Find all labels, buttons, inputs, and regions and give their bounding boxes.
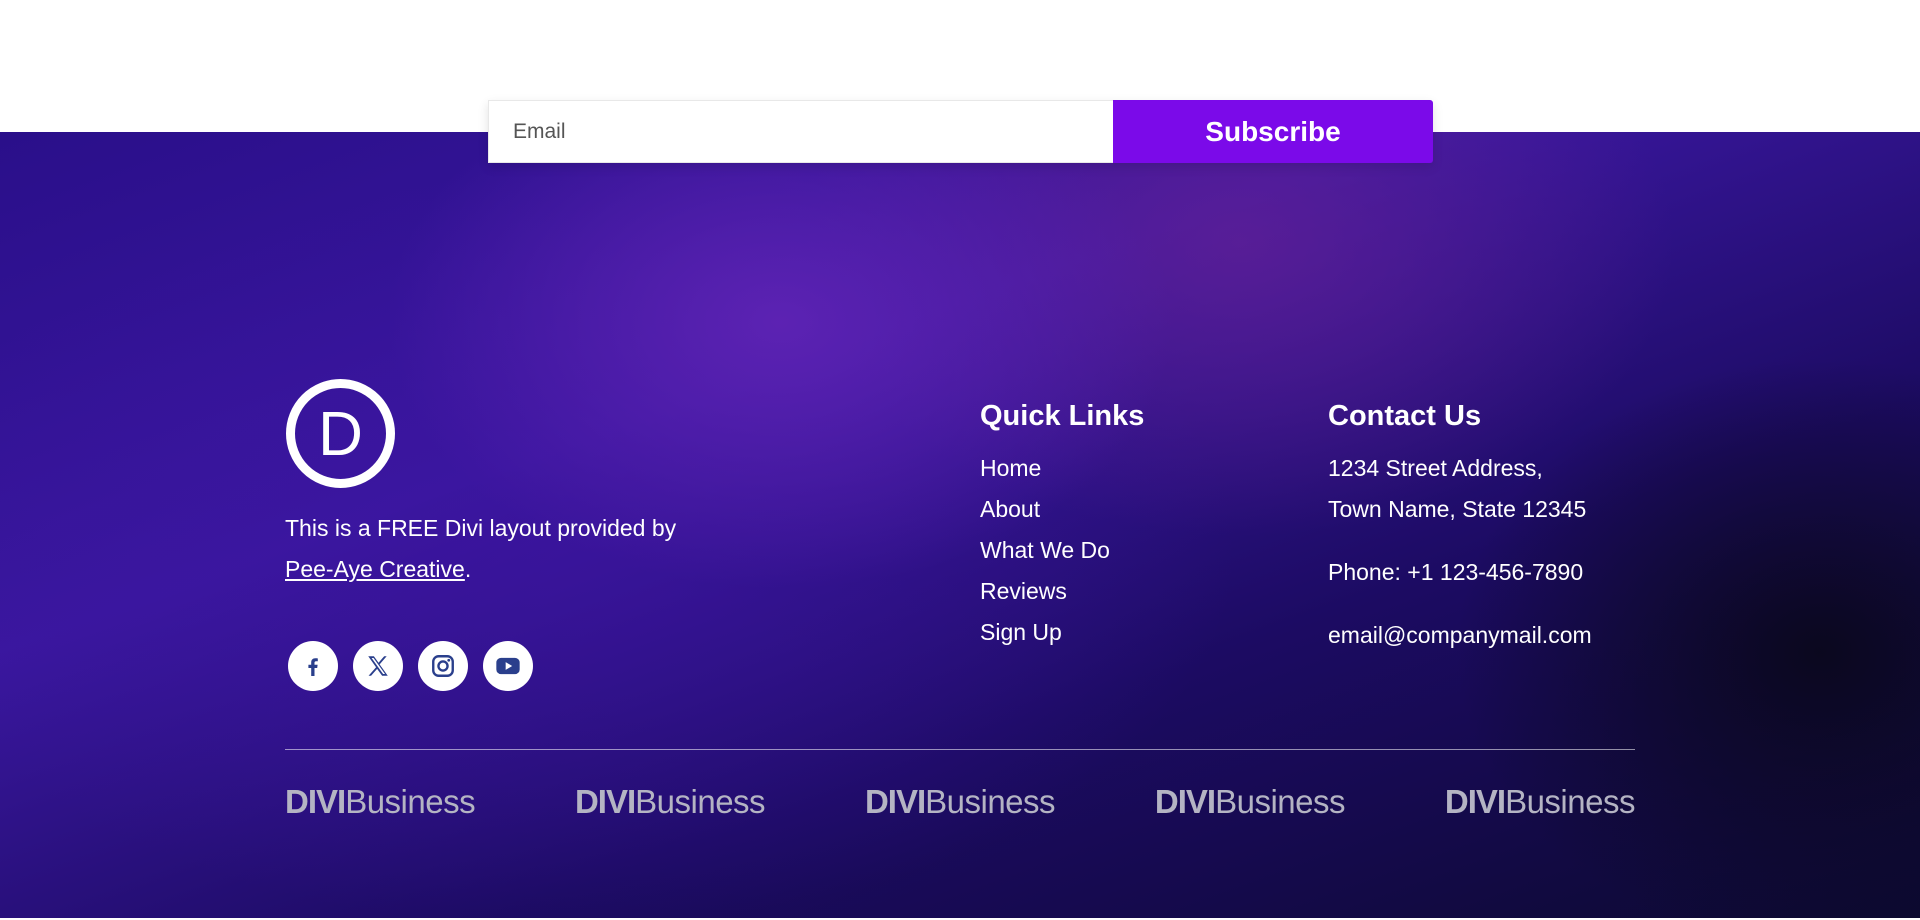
instagram-icon [432,655,454,677]
brand-logo-regular: Business [635,783,766,820]
brand-logo: DIVI Business [574,782,766,822]
subscribe-form: Subscribe [488,100,1433,163]
about-text: This is a FREE Divi layout provided by P… [285,508,705,590]
footer-divider [285,749,1635,750]
contact-info: 1234 Street Address, Town Name, State 12… [1328,448,1592,656]
brand-logo-bold: DIVI [864,783,926,820]
pee-aye-creative-link[interactable]: Pee-Aye Creative [285,556,465,582]
contact-email[interactable]: email@companymail.com [1328,615,1592,656]
instagram-button[interactable] [418,641,468,691]
brand-logo-regular: Business [925,783,1056,820]
quick-link-home[interactable]: Home [980,448,1110,489]
contact-address-line2: Town Name, State 12345 [1328,496,1587,522]
social-icons [288,641,533,691]
facebook-icon [308,658,318,676]
x-twitter-button[interactable] [353,641,403,691]
brand-logo-regular: Business [1215,783,1345,820]
brand-logo-bold: DIVI [1154,783,1216,820]
quick-links-list: Home About What We Do Reviews Sign Up [980,448,1110,653]
brand-logo-bold: DIVI [285,783,346,820]
brand-logos: DIVI Business DIVI Business DIVI Business D… [285,782,1635,822]
contact-title: Contact Us [1328,400,1482,432]
youtube-button[interactable] [483,641,533,691]
brand-logo: DIVI Business [1444,782,1636,822]
brand-logo-bold: DIVI [1444,783,1506,820]
divi-logo-icon[interactable]: D [285,378,396,489]
quick-link-what-we-do[interactable]: What We Do [980,530,1110,571]
quick-link-reviews[interactable]: Reviews [980,571,1110,612]
facebook-button[interactable] [288,641,338,691]
brand-logo: DIVI Business [1154,782,1346,822]
brand-logo-regular: Business [1505,783,1635,820]
x-twitter-icon [368,656,388,676]
about-suffix: . [464,556,472,582]
brand-logo-bold: DIVI [574,783,636,820]
email-input[interactable] [488,100,1113,163]
contact-phone[interactable]: Phone: +1 123-456-7890 [1328,552,1592,593]
brand-logo-regular: Business [345,783,476,820]
contact-address-line1: 1234 Street Address, [1328,455,1543,481]
logo-letter: D [318,400,363,469]
quick-links-title: Quick Links [980,400,1145,432]
about-description: This is a FREE Divi layout provided by [285,515,677,541]
brand-logo: DIVI Business [864,782,1056,822]
youtube-icon [496,657,520,675]
quick-link-about[interactable]: About [980,489,1110,530]
quick-link-sign-up[interactable]: Sign Up [980,612,1110,653]
subscribe-button[interactable]: Subscribe [1113,100,1433,163]
brand-logo: DIVI Business [285,782,476,822]
